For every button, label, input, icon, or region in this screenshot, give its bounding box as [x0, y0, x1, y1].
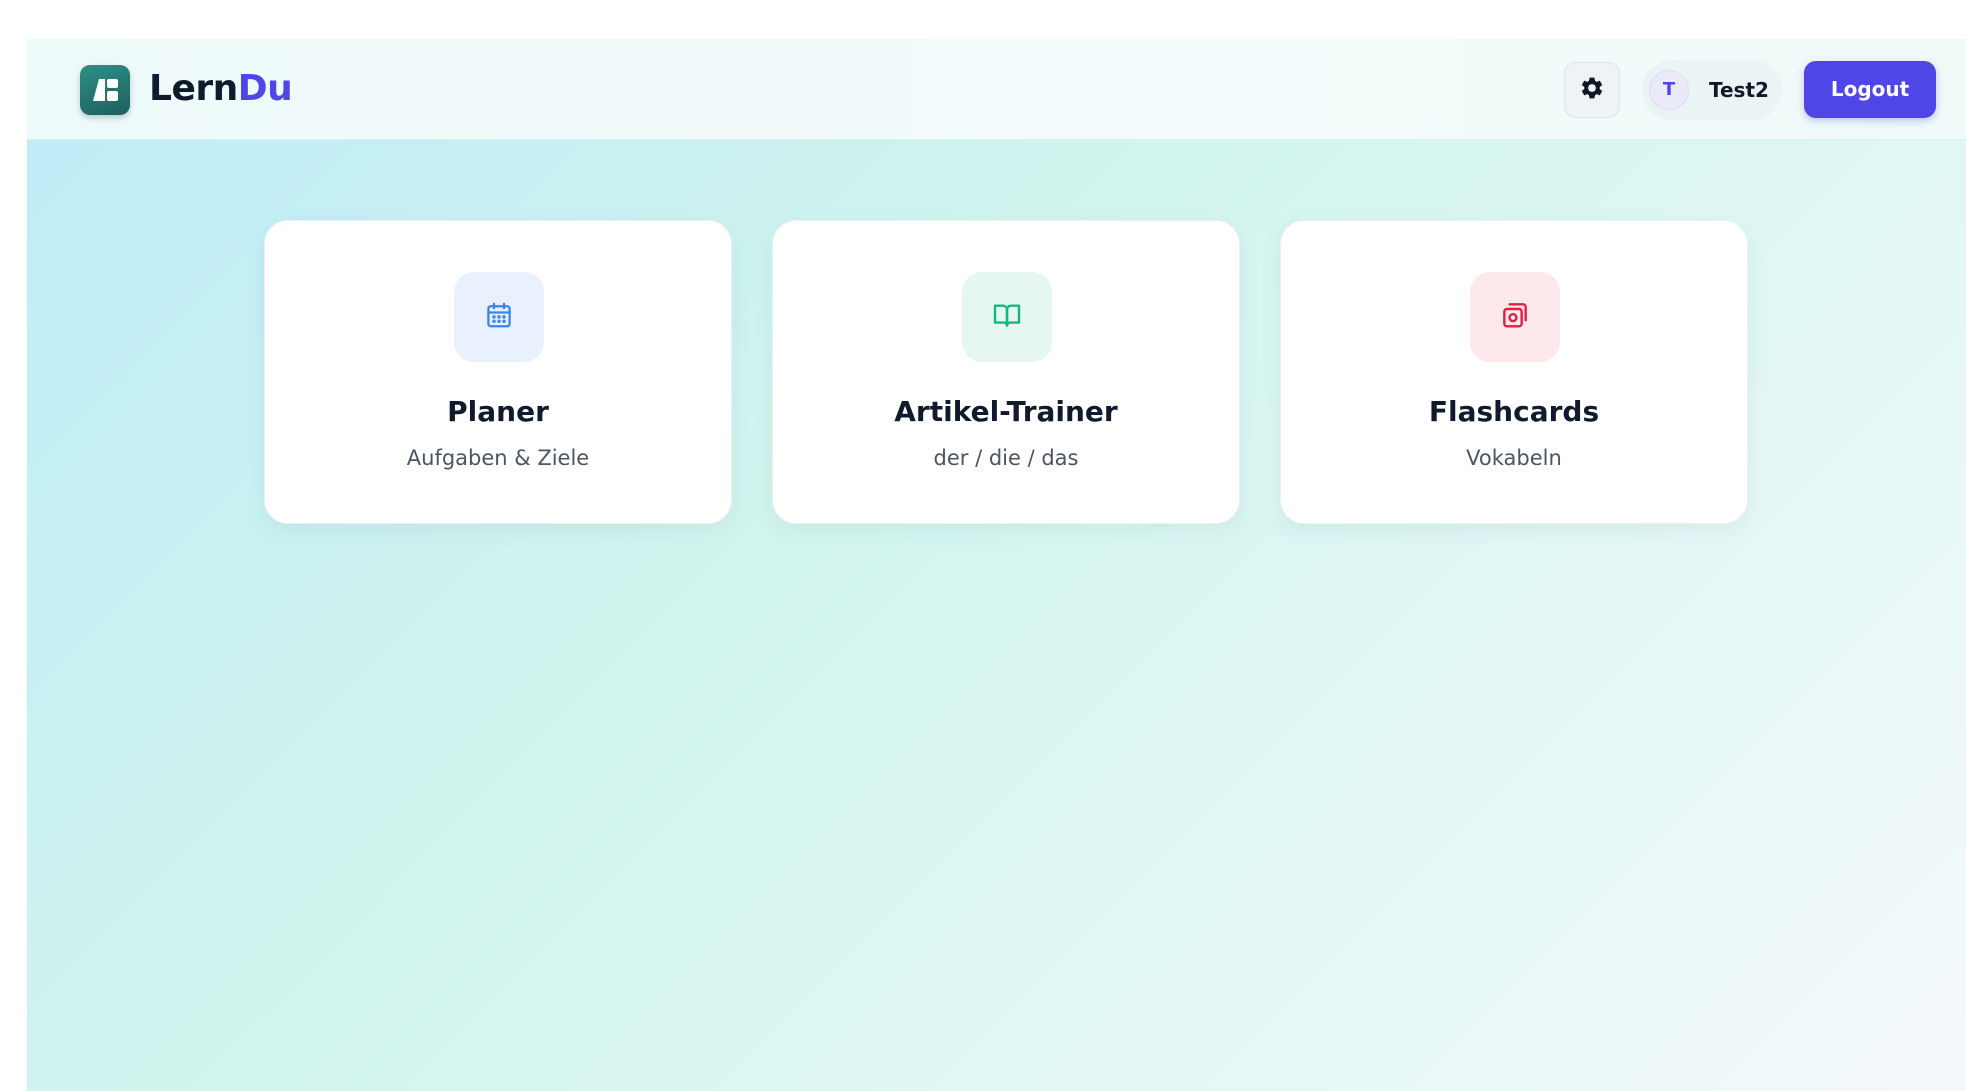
card-artikel-trainer-icon-box [962, 272, 1052, 362]
avatar: T [1649, 70, 1689, 110]
card-artikel-trainer[interactable]: Artikel-Trainer der / die / das [772, 220, 1240, 524]
card-subtitle: Vokabeln [1466, 446, 1562, 470]
card-title: Planer [447, 395, 549, 428]
card-flashcards-icon-box [1470, 272, 1560, 362]
brand-name[interactable]: LernDu [149, 64, 293, 114]
book-open-icon [991, 299, 1023, 335]
user-profile-pill[interactable]: T Test2 [1642, 60, 1782, 120]
cards-icon [1499, 299, 1531, 335]
card-title: Flashcards [1428, 395, 1600, 428]
card-planer[interactable]: Planer Aufgaben & Ziele [264, 220, 732, 524]
calendar-icon [484, 300, 514, 334]
logout-button[interactable]: Logout [1804, 61, 1936, 118]
card-flashcards[interactable]: Flashcards Vokabeln [1280, 220, 1748, 524]
app-window: LernDu T Test2 Logout Planer Aufgaben & … [27, 39, 1966, 1091]
gear-icon [1579, 75, 1605, 105]
brand-name-part-1: Lern [149, 68, 238, 109]
card-planer-icon-box [454, 272, 544, 362]
card-title: Artikel-Trainer [894, 395, 1118, 428]
app-logo-icon[interactable] [80, 65, 130, 115]
username-label: Test2 [1709, 78, 1769, 102]
card-subtitle: Aufgaben & Ziele [406, 446, 590, 470]
card-subtitle: der / die / das [933, 446, 1079, 470]
top-navbar: LernDu T Test2 Logout [27, 39, 1966, 140]
brand-name-part-2: Du [237, 68, 293, 109]
settings-button[interactable] [1564, 62, 1620, 118]
